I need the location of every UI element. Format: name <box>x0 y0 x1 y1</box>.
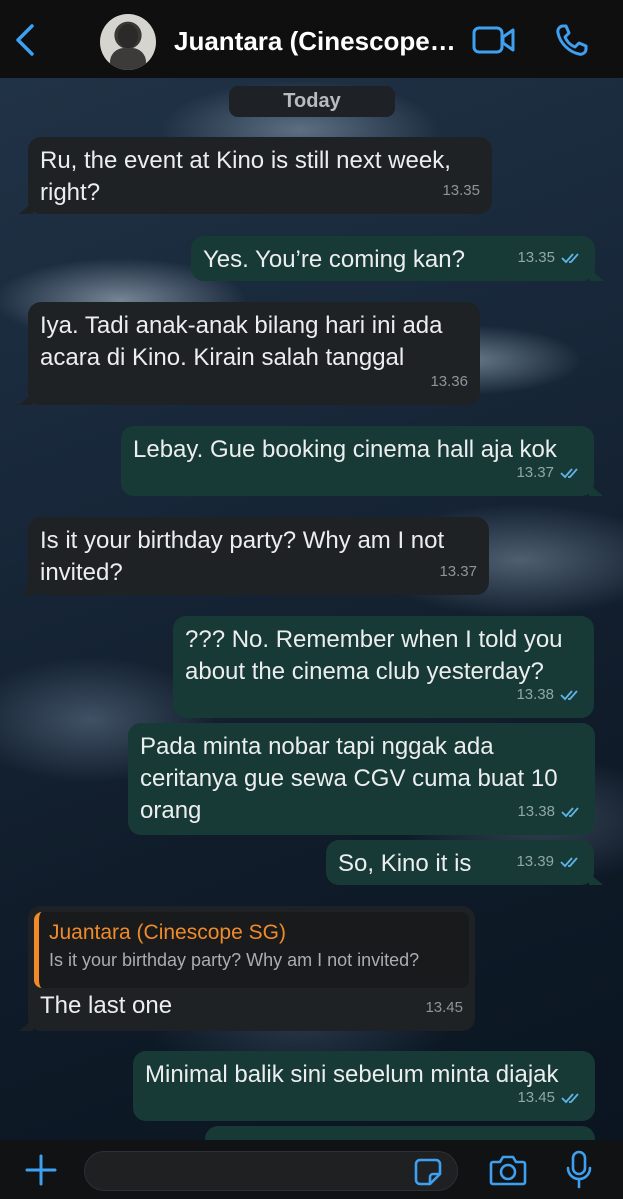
date-separator: Today <box>229 86 395 117</box>
message-bubble-incoming[interactable]: Juantara (Cinescope SG) Is it your birth… <box>19 906 475 1031</box>
read-receipt-icon <box>560 857 578 868</box>
back-chevron-icon[interactable] <box>12 22 40 58</box>
message-text: The last one <box>40 992 173 1019</box>
message-text: Is it your birthday party? Why am I not … <box>40 527 445 586</box>
message-bubble-incoming[interactable]: Is it your birthday party? Why am I not … <box>19 517 489 595</box>
message-time: 13.45 <box>425 999 463 1016</box>
bubble-tail <box>589 484 603 496</box>
message-bubble-outgoing[interactable]: Lebay. Gue booking cinema hall aja kok 1… <box>121 426 603 496</box>
message-time: 13.35 <box>517 249 555 266</box>
message-bubble-incoming[interactable]: Iya. Tadi anak-anak bilang hari ini ada … <box>19 302 480 405</box>
message-meta: 13.36 <box>430 366 468 398</box>
message-time: 13.37 <box>516 464 554 481</box>
contact-name[interactable]: Juantara (Cinescope… <box>174 26 464 57</box>
read-receipt-icon <box>560 468 578 479</box>
message-input[interactable] <box>84 1151 458 1191</box>
message-bubble-outgoing[interactable]: Yes. You’re coming kan? 13.35 <box>191 236 604 281</box>
camera-icon[interactable] <box>489 1153 527 1187</box>
message-text: Iya. Tadi anak-anak bilang hari ini ada … <box>40 312 443 371</box>
message-bubble-outgoing[interactable]: So, Kino it is 13.39 <box>326 840 603 885</box>
message-meta: 13.35 <box>517 242 583 274</box>
message-meta: 13.38 <box>516 679 582 711</box>
message-text: Lebay. Gue booking cinema hall aja kok <box>133 436 557 463</box>
bubble-tail <box>19 583 33 595</box>
contact-avatar[interactable] <box>100 14 156 70</box>
message-time: 13.37 <box>439 563 477 580</box>
message-time: 13.36 <box>430 373 468 390</box>
message-bubble-outgoing[interactable]: Minimal balik sini sebelum minta diajak … <box>133 1051 595 1121</box>
read-receipt-icon <box>560 690 578 701</box>
read-receipt-icon <box>561 807 579 818</box>
message-meta: 13.45 <box>517 1082 583 1114</box>
read-receipt-icon <box>561 1093 579 1104</box>
avatar-body-shape <box>110 48 146 70</box>
message-time: 13.45 <box>517 1089 555 1106</box>
message-bubble-outgoing[interactable]: ??? No. Remember when I told you about t… <box>173 616 594 718</box>
message-time: 13.35 <box>442 182 480 199</box>
message-bubble-partial <box>205 1126 595 1140</box>
message-time: 13.39 <box>516 853 554 870</box>
message-meta: 13.39 <box>516 846 582 878</box>
message-bubble-outgoing[interactable]: Pada minta nobar tapi nggak ada ceritany… <box>128 723 595 835</box>
message-time: 13.38 <box>517 803 555 820</box>
voice-call-icon[interactable] <box>554 22 590 58</box>
microphone-icon[interactable] <box>566 1150 592 1190</box>
video-call-icon[interactable] <box>472 24 516 56</box>
bubble-tail <box>589 873 603 885</box>
message-text: Ru, the event at Kino is still next week… <box>40 147 451 206</box>
plus-icon[interactable] <box>24 1153 58 1187</box>
quoted-message-text: Is it your birthday party? Why am I not … <box>49 950 420 970</box>
message-meta: 13.35 <box>442 175 480 207</box>
quoted-reply[interactable]: Juantara (Cinescope SG) Is it your birth… <box>34 912 469 988</box>
bubble-tail <box>19 202 33 214</box>
message-time: 13.38 <box>516 686 554 703</box>
quoted-sender-name: Juantara (Cinescope SG) <box>49 921 286 944</box>
message-meta: 13.37 <box>439 556 477 588</box>
bubble-tail <box>590 269 604 281</box>
message-bubble-incoming[interactable]: Ru, the event at Kino is still next week… <box>19 137 492 214</box>
read-receipt-icon <box>561 253 579 264</box>
message-meta: 13.45 <box>425 992 463 1024</box>
sticker-icon[interactable] <box>414 1158 442 1186</box>
bubble-tail <box>19 1019 33 1031</box>
bubble-tail <box>19 393 33 405</box>
message-meta: 13.37 <box>516 457 582 489</box>
avatar-head-shape <box>118 24 138 48</box>
message-meta: 13.38 <box>517 796 583 828</box>
